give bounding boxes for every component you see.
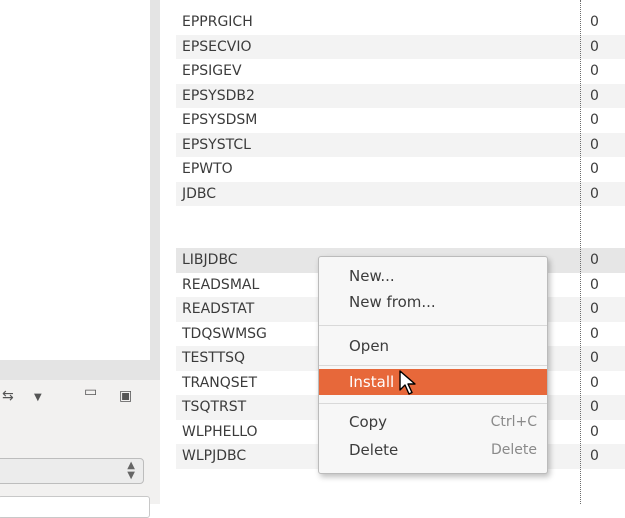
table-row[interactable]: EPSECVIO 0 [176,34,625,59]
row-name: READSTAT [182,301,255,317]
row-name: EPSYSTCL [182,136,251,153]
row-value: 0 [590,136,599,153]
table-row[interactable]: EPPRGICH 0 [176,10,625,35]
row-name: EPSIGEV [182,63,242,79]
menu-item-delete[interactable]: Delete [349,441,398,459]
table-row[interactable]: EPWTO 0 [176,157,625,182]
menu-item-install[interactable]: Install [319,369,547,395]
minimize-icon[interactable]: ▭ [84,384,97,400]
left-bottom-view: ⇆ ▼ ▭ ▣ ▲ ▼ [0,380,160,518]
filter-combo[interactable]: ▲ ▼ [0,458,144,484]
row-value: 0 [590,112,599,128]
table-row[interactable]: EPSYSDSM 0 [176,108,625,133]
row-name: READSMAL [182,276,260,293]
maximize-icon[interactable]: ▣ [119,388,132,404]
row-name: WLPHELLO [182,423,258,440]
menu-separator [319,403,547,404]
row-value: 0 [590,448,599,464]
row-value: 0 [590,325,599,342]
row-name: EPSYSDB2 [182,87,255,104]
row-value: 0 [590,276,599,293]
row-name: WLPJDBC [182,448,247,464]
view-toolbar: ⇆ ▼ ▭ ▣ [0,380,160,416]
copy-shortcut: Ctrl+C [490,414,537,430]
partial-row: · [182,0,187,8]
row-value: 0 [590,399,599,415]
view-sash-horizontal[interactable] [0,360,160,380]
column-separator[interactable] [580,0,581,504]
mouse-pointer-icon [399,370,416,395]
row-value: 0 [590,301,599,317]
row-name: JDBC [182,185,217,202]
row-name: TESTTSQ [182,350,246,366]
menu-item-open[interactable]: Open [349,337,389,355]
row-name: EPWTO [182,161,233,177]
menu-item-new[interactable]: New... [349,267,395,285]
delete-shortcut: Delete [491,442,537,458]
row-value: 0 [590,14,599,30]
row-value: 0 [590,252,599,268]
sync-icon[interactable]: ⇆ [2,388,14,404]
menu-item-copy[interactable]: Copy [349,413,387,431]
filter-input[interactable] [0,496,150,518]
view-sash-vertical[interactable] [150,0,160,370]
row-name: EPSYSDSM [182,112,258,128]
row-name: TRANQSET [182,374,258,391]
left-view-area [0,0,150,360]
menu-item-new-from[interactable]: New from... [349,293,436,311]
row-name: LIBJDBC [182,252,238,268]
table-row[interactable]: EPSYSDB2 0 [176,83,625,108]
menu-separator [319,365,547,366]
row-name: EPPRGICH [182,14,253,30]
table-row[interactable]: EPSYSTCL 0 [176,132,625,157]
row-value: 0 [590,38,599,55]
row-name: TDQSWMSG [182,325,267,342]
row-name: EPSECVIO [182,38,252,55]
table-row[interactable]: EPSIGEV 0 [176,59,625,84]
row-value: 0 [590,63,599,79]
row-value: 0 [590,350,599,366]
menu-separator [319,325,547,326]
table-row[interactable]: JDBC 0 [176,181,625,206]
context-menu: New... New from... Open Install Copy Ctr… [318,256,548,474]
row-name: TSQTRST [182,399,247,415]
dropdown-arrow-icon[interactable]: ▼ [34,392,42,403]
row-value: 0 [590,185,599,202]
spinner-arrows-icon: ▲ ▼ [127,460,135,481]
row-value: 0 [590,423,599,440]
row-value: 0 [590,87,599,104]
menu-item-install-label: Install [349,373,395,391]
row-value: 0 [590,374,599,391]
row-value: 0 [590,161,599,177]
